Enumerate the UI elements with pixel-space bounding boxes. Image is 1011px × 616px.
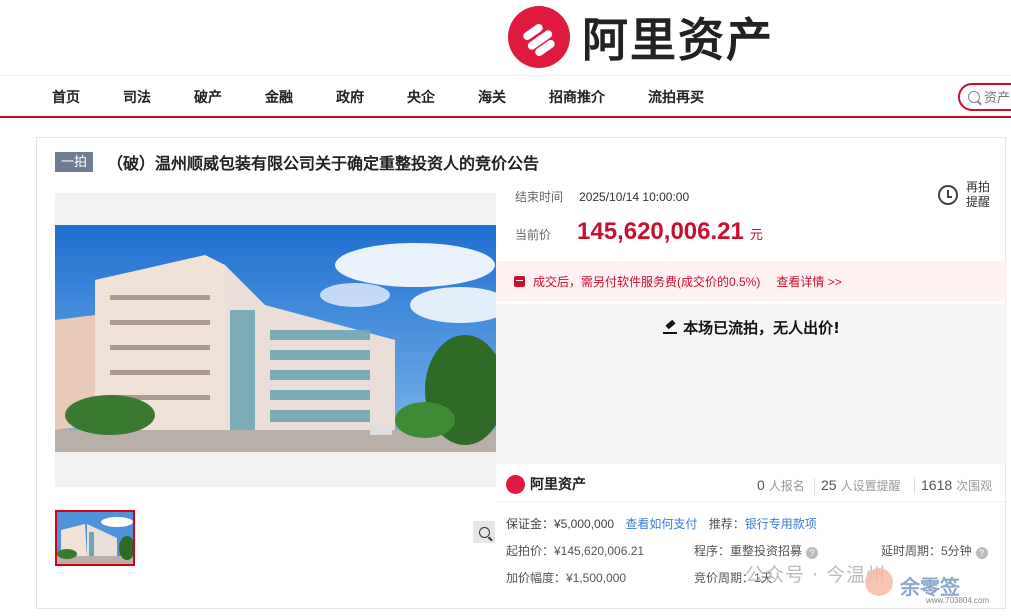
deposit-row: 保证金：¥5,000,000 查看如何支付 推荐：银行专用款项 <box>506 515 817 532</box>
mini-logo-text: 阿里资产 <box>530 476 586 492</box>
nav-item-soe[interactable]: 央企 <box>407 87 435 107</box>
fee-details-link[interactable]: 查看详情 >> <box>776 273 841 290</box>
auction-card: 一拍 （破）温州顺威包装有限公司关于确定重整投资人的竞价公告 结束时间 2025… <box>36 137 1007 609</box>
auction-status: 本场已流拍，无人出价! <box>496 317 1007 338</box>
nav-item-bankruptcy[interactable]: 破产 <box>194 87 222 107</box>
end-time-row: 结束时间 2025/10/14 10:00:00 <box>515 188 689 205</box>
stats-bar: 阿里资产 0 人报名 25 人设置提醒 1618 次围观 <box>496 470 1007 502</box>
help-icon[interactable]: ? <box>975 547 988 559</box>
building-photo[interactable] <box>55 225 496 452</box>
nav-item-finance[interactable]: 金融 <box>265 87 293 107</box>
end-time-label: 结束时间 <box>515 190 564 204</box>
auction-title: （破）温州顺威包装有限公司关于确定重整投资人的竞价公告 <box>107 154 540 173</box>
how-to-pay-link[interactable]: 查看如何支付 <box>625 517 697 531</box>
watermark-url: www.703804.com <box>926 596 990 605</box>
signup-count: 0 人报名 <box>757 477 805 493</box>
nav-item-home[interactable]: 首页 <box>52 87 80 107</box>
current-price: 145,620,006.21 <box>577 218 744 245</box>
nav-item-investment[interactable]: 招商推介 <box>549 87 605 107</box>
deposit: 保证金：¥5,000,000 <box>506 517 615 531</box>
auction-status-box: 本场已流拍，无人出价! <box>496 304 1007 464</box>
price-row: 当前价 145,620,006.21 元 <box>515 218 763 246</box>
alarm-clock-icon <box>938 185 958 205</box>
image-gallery <box>55 193 496 543</box>
nav-item-customs[interactable]: 海关 <box>478 87 506 107</box>
divider <box>814 478 815 494</box>
zoom-button[interactable] <box>473 521 495 543</box>
search-input[interactable] <box>984 89 1011 105</box>
relist-reminder-button[interactable]: 再拍提醒 <box>938 180 992 210</box>
procedure: 程序：重整投资招募? <box>694 542 819 559</box>
recommend-label: 推荐： <box>708 517 745 531</box>
alizichan-mini-logo: 阿里资产 <box>506 474 586 494</box>
view-count: 1618 次围观 <box>921 477 993 493</box>
nav-item-judicial[interactable]: 司法 <box>123 87 151 107</box>
zoom-icon <box>478 526 490 538</box>
nav-item-relist[interactable]: 流拍再买 <box>648 87 704 107</box>
gallery-thumbnail[interactable] <box>55 510 135 566</box>
delay-period: 延时周期：5分钟? <box>881 542 988 559</box>
service-fee-notice: 成交后，需另付软件服务费(成交价的0.5%) 查看详情 >> <box>496 261 1007 301</box>
divider <box>914 478 915 494</box>
fee-icon <box>514 275 525 287</box>
gavel-icon <box>663 320 678 334</box>
search-icon[interactable] <box>968 91 980 103</box>
search-box[interactable] <box>958 83 1011 111</box>
round-badge: 一拍 <box>55 152 94 172</box>
main-nav: 首页 司法 破产 金融 政府 央企 海关 招商推介 流拍再买 <box>0 76 1011 118</box>
nav-item-government[interactable]: 政府 <box>336 87 364 107</box>
price-label: 当前价 <box>515 228 552 242</box>
bank-account-link[interactable]: 银行专用款项 <box>745 517 817 531</box>
logo-mark-icon <box>508 6 570 68</box>
alizichan-logo[interactable]: 阿里资产 <box>508 4 774 70</box>
price-unit: 元 <box>749 227 763 242</box>
start-price: 起拍价：¥145,620,006.21 <box>506 544 645 558</box>
reminder-label: 再拍提醒 <box>966 180 991 209</box>
bid-increment: 加价幅度：¥1,500,000 <box>506 571 627 585</box>
fee-notice-text: 成交后，需另付软件服务费(成交价的0.5%) <box>533 274 761 289</box>
title-row: 一拍 （破）温州顺威包装有限公司关于确定重整投资人的竞价公告 <box>55 150 539 174</box>
logo-mark-icon <box>506 474 525 494</box>
reminder-count: 25 人设置提醒 <box>821 477 901 493</box>
status-text: 本场已流拍，无人出价! <box>683 319 840 337</box>
site-header: 阿里资产 <box>0 0 1011 76</box>
watermark-logo <box>865 568 893 596</box>
end-time-value: 2025/10/14 10:00:00 <box>579 190 690 204</box>
logo-text: 阿里资产 <box>582 13 774 67</box>
help-icon[interactable]: ? <box>806 547 819 559</box>
